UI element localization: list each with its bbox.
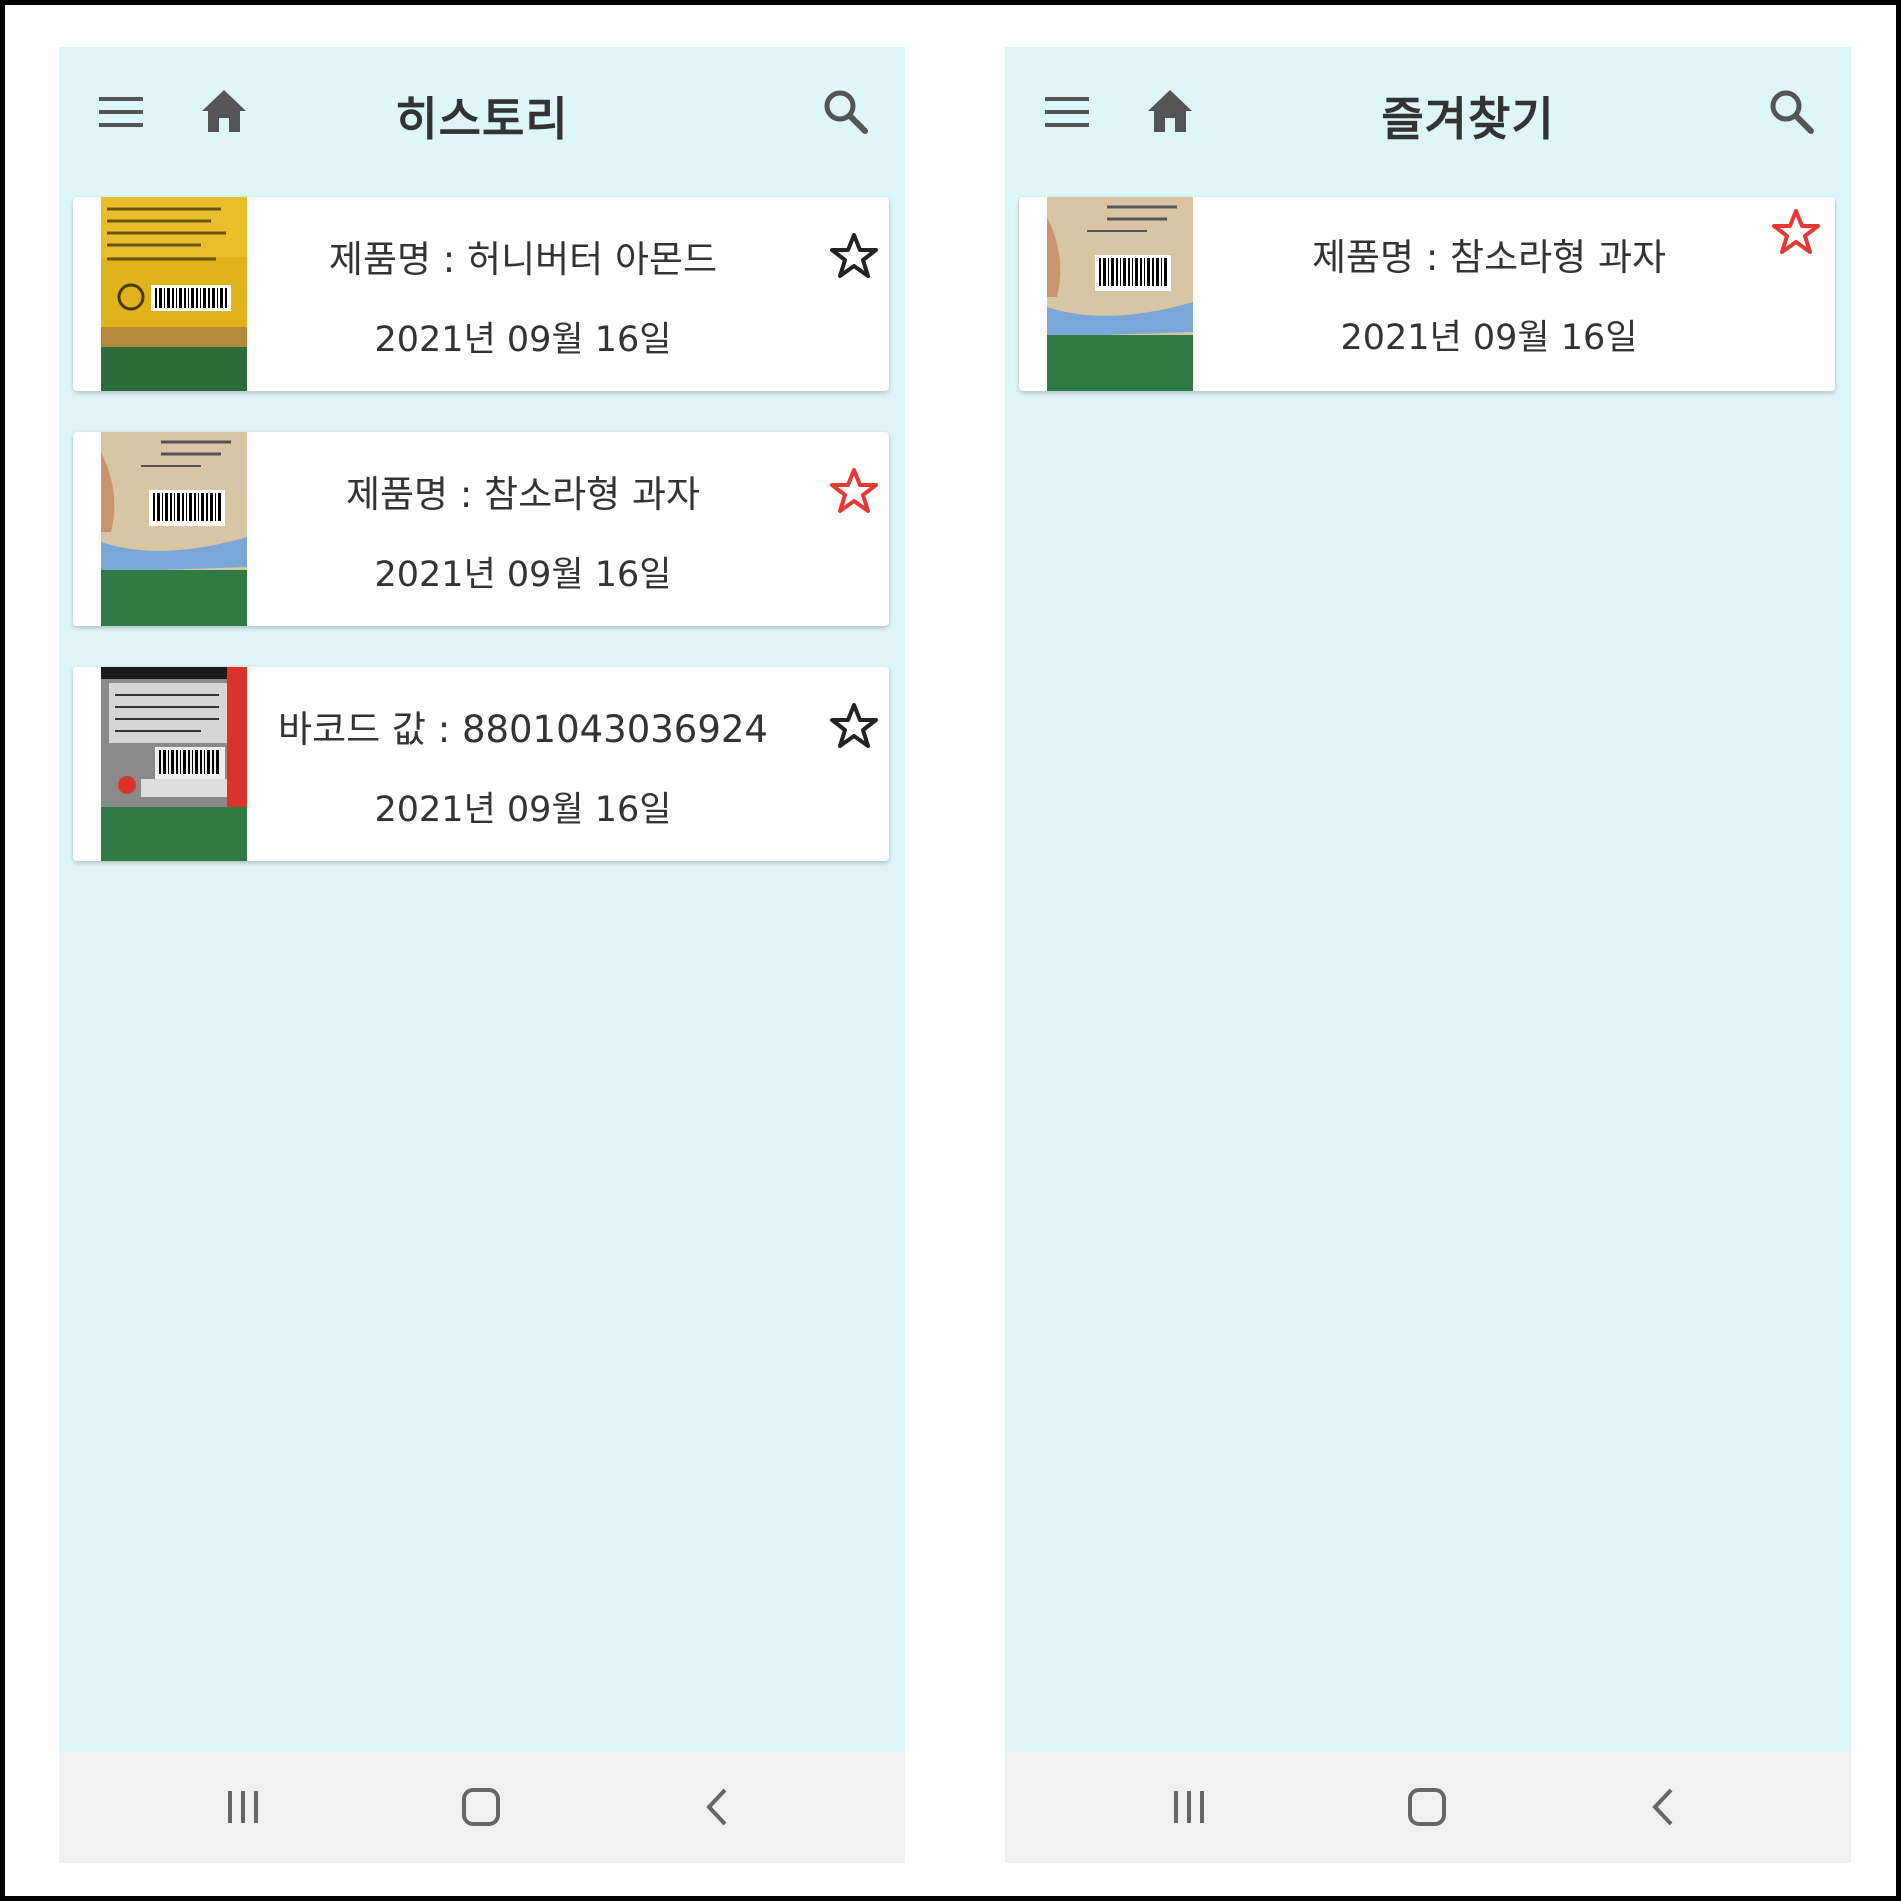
- home-circle-icon[interactable]: [459, 1785, 503, 1829]
- page-title: 히스토리: [395, 92, 569, 146]
- product-thumbnail: [101, 197, 247, 391]
- screenshot-frame: 히스토리 제품명: 허니버터 아몬드 2021년 09월 16일 제품명: …: [0, 0, 1901, 1901]
- home-icon[interactable]: [199, 87, 249, 135]
- product-thumbnail: [101, 667, 247, 861]
- hamburger-menu-icon[interactable]: [99, 95, 145, 129]
- product-title: 바코드 값 : 8801043036924: [278, 708, 768, 751]
- recent-apps-icon[interactable]: [221, 1785, 265, 1829]
- product-thumbnail: [1047, 197, 1193, 391]
- recent-apps-icon[interactable]: [1167, 1785, 1211, 1829]
- system-navigation-bar: [59, 1751, 905, 1863]
- favorites-screen: 즐겨찾기 제품명: 참소라형 과자 2021년 09월 16일: [1005, 47, 1851, 1863]
- star-favorite-icon[interactable]: [1771, 207, 1821, 257]
- list-item[interactable]: 바코드 값 : 8801043036924 2021년 09월 16일: [73, 667, 889, 861]
- product-title: 제품명 : 허니버터 아몬드: [328, 238, 718, 281]
- list-item[interactable]: 제품명 : 허니버터 아몬드 2021년 09월 16일: [73, 197, 889, 391]
- search-icon[interactable]: [1767, 87, 1815, 135]
- product-title: 제품명 : 참소라형 과자: [345, 473, 701, 516]
- page-title: 즐겨찾기: [1381, 92, 1555, 146]
- hamburger-menu-icon[interactable]: [1045, 95, 1091, 129]
- list-item[interactable]: 제품명 : 참소라형 과자 2021년 09월 16일: [73, 432, 889, 626]
- history-screen: 히스토리 제품명: 허니버터 아몬드 2021년 09월 16일 제품명: …: [59, 47, 905, 1863]
- back-icon[interactable]: [697, 1785, 741, 1829]
- system-navigation-bar: [1005, 1751, 1851, 1863]
- product-thumbnail: [101, 432, 247, 626]
- star-outline-icon[interactable]: [829, 701, 879, 751]
- home-circle-icon[interactable]: [1405, 1785, 1449, 1829]
- home-icon[interactable]: [1145, 87, 1195, 135]
- app-bar: 즐겨찾기: [1005, 47, 1851, 175]
- scan-date: 2021년 09월 16일: [374, 790, 672, 830]
- scan-date: 2021년 09월 16일: [1340, 318, 1638, 358]
- scan-date: 2021년 09월 16일: [374, 320, 672, 360]
- back-icon[interactable]: [1643, 1785, 1687, 1829]
- search-icon[interactable]: [821, 87, 869, 135]
- scan-date: 2021년 09월 16일: [374, 555, 672, 595]
- star-outline-icon[interactable]: [829, 231, 879, 281]
- product-title: 제품명 : 참소라형 과자: [1311, 236, 1667, 279]
- app-bar: 히스토리: [59, 47, 905, 175]
- list-item[interactable]: 제품명 : 참소라형 과자 2021년 09월 16일: [1019, 197, 1835, 391]
- star-favorite-icon[interactable]: [829, 466, 879, 516]
